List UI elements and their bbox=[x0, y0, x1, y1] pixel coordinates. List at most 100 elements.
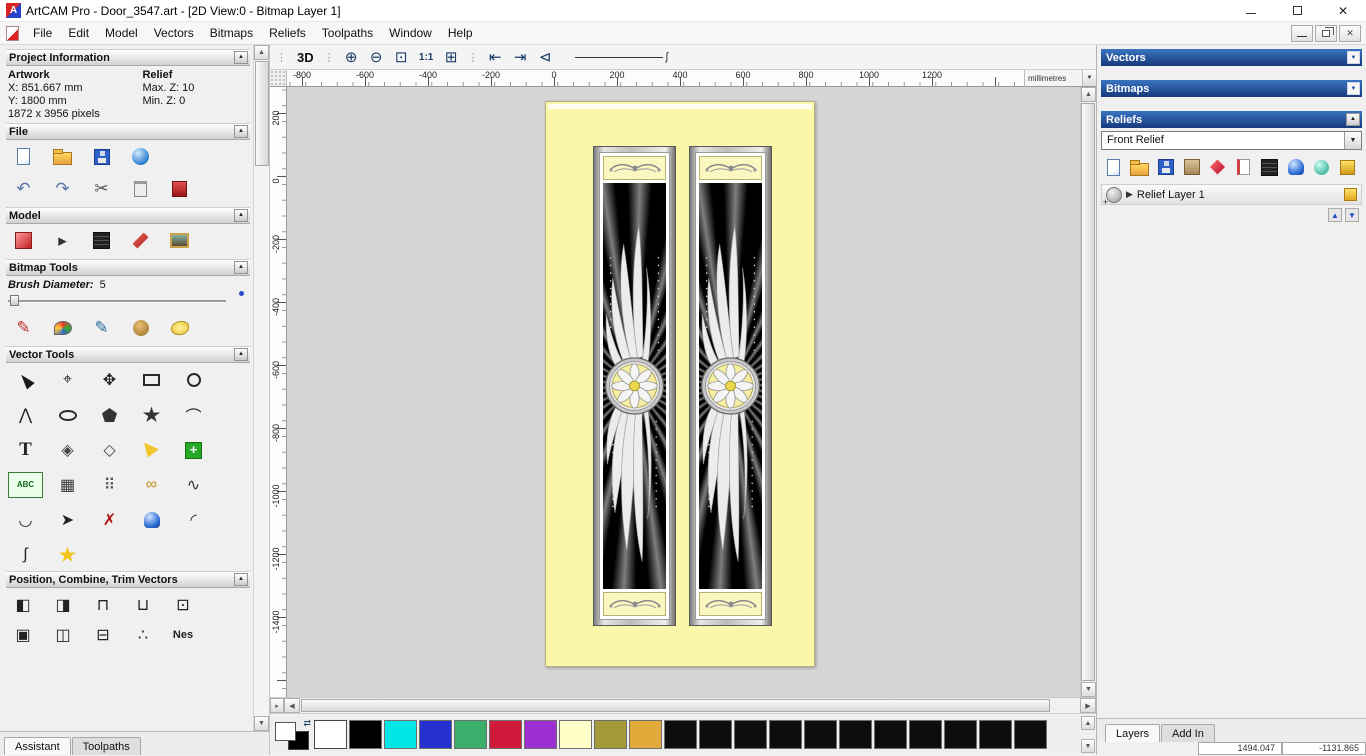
scatter-copy-icon[interactable]: ∴ bbox=[130, 622, 156, 648]
open-relief-icon[interactable] bbox=[1130, 158, 1149, 177]
invert-relief-icon[interactable] bbox=[1234, 158, 1253, 177]
flood-fill-icon[interactable] bbox=[166, 315, 193, 340]
collapse-section-button[interactable]: ▲ bbox=[234, 348, 248, 361]
expand-bitmaps-icon[interactable]: ▼ bbox=[1347, 82, 1360, 95]
menu-window[interactable]: Window bbox=[381, 23, 440, 43]
colour-palette-icon[interactable] bbox=[49, 315, 76, 340]
create-star-tool[interactable] bbox=[134, 402, 169, 428]
pane-splitter-button[interactable]: ▸ bbox=[270, 698, 284, 713]
colour-swatch[interactable] bbox=[839, 720, 872, 749]
paint-brush-icon[interactable]: ✎ bbox=[10, 315, 37, 340]
menu-help[interactable]: Help bbox=[440, 23, 481, 43]
menu-model[interactable]: Model bbox=[97, 23, 146, 43]
vector-doctor-tool[interactable] bbox=[50, 542, 85, 568]
horizontal-scrollbar[interactable]: ▸ ◀ ▶ bbox=[270, 697, 1096, 713]
colour-swatch[interactable] bbox=[629, 720, 662, 749]
colour-swatch[interactable] bbox=[384, 720, 417, 749]
greyscale-model-icon[interactable] bbox=[88, 228, 115, 253]
colour-swatch[interactable] bbox=[489, 720, 522, 749]
assistant-scrollbar[interactable]: ▲ ▼ bbox=[253, 45, 269, 731]
tab-layers[interactable]: Layers bbox=[1105, 724, 1161, 742]
bitmaps-header[interactable]: Bitmaps ▼ bbox=[1101, 80, 1362, 97]
measure-tool[interactable]: ◈ bbox=[50, 437, 85, 463]
layer-down-button[interactable]: ▼ bbox=[1345, 208, 1359, 222]
collapse-reliefs-icon[interactable]: ▲ bbox=[1346, 113, 1360, 126]
lighting-model-icon[interactable] bbox=[127, 228, 154, 253]
scrollbar-track[interactable] bbox=[300, 698, 1080, 713]
colour-swatch[interactable] bbox=[664, 720, 697, 749]
vertical-ruler[interactable]: 200 0 -200 -400 -600 -800 -1000 -1200 -1400 bbox=[270, 87, 287, 697]
scroll-up-icon[interactable]: ▲ bbox=[254, 45, 269, 60]
scroll-down-icon[interactable]: ▼ bbox=[1081, 739, 1095, 753]
scroll-up-icon[interactable]: ▲ bbox=[1081, 87, 1096, 102]
layer-up-button[interactable]: ▲ bbox=[1328, 208, 1342, 222]
interactive-sculpt-tool[interactable] bbox=[134, 507, 169, 533]
save-relief-icon[interactable] bbox=[1156, 158, 1175, 177]
tab-assistant[interactable]: Assistant bbox=[4, 737, 71, 755]
reliefs-header[interactable]: Reliefs ▲ bbox=[1101, 111, 1362, 128]
delete-span-tool[interactable]: ✗ bbox=[92, 507, 127, 533]
scrollbar-thumb[interactable] bbox=[1081, 103, 1095, 681]
zoom-previous-button[interactable]: ⊲ bbox=[534, 47, 557, 67]
mdi-restore-button[interactable] bbox=[1315, 24, 1337, 42]
colour-swatch[interactable] bbox=[559, 720, 592, 749]
new-model-icon[interactable] bbox=[10, 144, 37, 169]
text-on-curve-tool[interactable]: ABC bbox=[8, 472, 43, 498]
section-profile-tool[interactable]: ∫ bbox=[8, 542, 43, 568]
block-copy-tool[interactable] bbox=[176, 437, 211, 463]
menu-vectors[interactable]: Vectors bbox=[146, 23, 202, 43]
centre-in-page-icon[interactable]: ▣ bbox=[10, 622, 36, 648]
create-rectangle-tool[interactable] bbox=[134, 367, 169, 393]
menu-file[interactable]: File bbox=[25, 23, 60, 43]
colour-swatch[interactable] bbox=[734, 720, 767, 749]
primary-colour-swatch[interactable] bbox=[275, 721, 296, 741]
undo-icon[interactable]: ↶ bbox=[10, 176, 37, 201]
load-image-icon[interactable] bbox=[166, 228, 193, 253]
sculpt-relief-icon[interactable] bbox=[1286, 158, 1305, 177]
colour-swatch[interactable] bbox=[1014, 720, 1047, 749]
collapse-section-button[interactable]: ▲ bbox=[234, 261, 248, 274]
brush-diameter-slider[interactable] bbox=[8, 291, 244, 308]
minimize-button[interactable] bbox=[1228, 0, 1274, 21]
colour-swatch[interactable] bbox=[454, 720, 487, 749]
colour-swatch[interactable] bbox=[769, 720, 802, 749]
transform-vectors-tool[interactable]: ✥ bbox=[92, 367, 127, 393]
align-left-icon[interactable]: ◧ bbox=[10, 592, 36, 618]
menu-toolpaths[interactable]: Toolpaths bbox=[314, 23, 381, 43]
menu-bitmaps[interactable]: Bitmaps bbox=[202, 23, 261, 43]
colour-swatch[interactable] bbox=[699, 720, 732, 749]
drawing-canvas[interactable] bbox=[287, 87, 1080, 697]
document-icon[interactable] bbox=[6, 25, 19, 41]
view-3d-button[interactable]: 3D bbox=[292, 49, 319, 66]
scroll-up-icon[interactable]: ▲ bbox=[1081, 716, 1095, 730]
close-button[interactable]: ✕ bbox=[1320, 0, 1366, 21]
redo-icon[interactable]: ↷ bbox=[49, 176, 76, 201]
vertical-scrollbar[interactable]: ▲ ▼ bbox=[1080, 87, 1096, 697]
layer-expand-icon[interactable]: ▶ bbox=[1126, 189, 1133, 200]
menu-edit[interactable]: Edit bbox=[60, 23, 97, 43]
align-right-icon[interactable]: ◨ bbox=[50, 592, 76, 618]
layer-row[interactable]: ▶ Relief Layer 1 bbox=[1101, 184, 1362, 207]
swap-colours-icon[interactable]: ⇄ bbox=[303, 718, 311, 729]
new-relief-icon[interactable] bbox=[1104, 158, 1123, 177]
paste-icon[interactable] bbox=[127, 176, 154, 201]
scrollbar-thumb[interactable] bbox=[301, 699, 1050, 712]
layer-visibility-icon[interactable] bbox=[1103, 186, 1122, 207]
colour-swatch[interactable] bbox=[349, 720, 382, 749]
align-top-icon[interactable]: ⊓ bbox=[90, 592, 116, 618]
horizontal-ruler[interactable]: -800 -600 -400 -200 0 200 400 600 800 1000 1200 bbox=[287, 70, 1024, 86]
create-polygon-tool[interactable] bbox=[92, 402, 127, 428]
wrap-text-grid-tool[interactable]: ▦ bbox=[50, 472, 85, 498]
relief-selector[interactable]: Front Relief ▼ bbox=[1101, 131, 1362, 150]
colour-swatch[interactable] bbox=[419, 720, 452, 749]
block-paste-tool[interactable]: ⠿ bbox=[92, 472, 127, 498]
mdi-minimize-button[interactable] bbox=[1291, 24, 1313, 42]
select-vectors-tool[interactable] bbox=[8, 367, 43, 393]
vectors-header[interactable]: Vectors ▼ bbox=[1101, 49, 1362, 66]
create-ellipse-tool[interactable] bbox=[50, 402, 85, 428]
join-move-tool[interactable]: ➤ bbox=[50, 507, 85, 533]
collapse-section-button[interactable]: ▲ bbox=[234, 51, 248, 64]
smooth-relief-icon[interactable] bbox=[1208, 158, 1227, 177]
draw-brush-icon[interactable]: ✎ bbox=[88, 315, 115, 340]
collapse-section-button[interactable]: ▲ bbox=[234, 125, 248, 138]
